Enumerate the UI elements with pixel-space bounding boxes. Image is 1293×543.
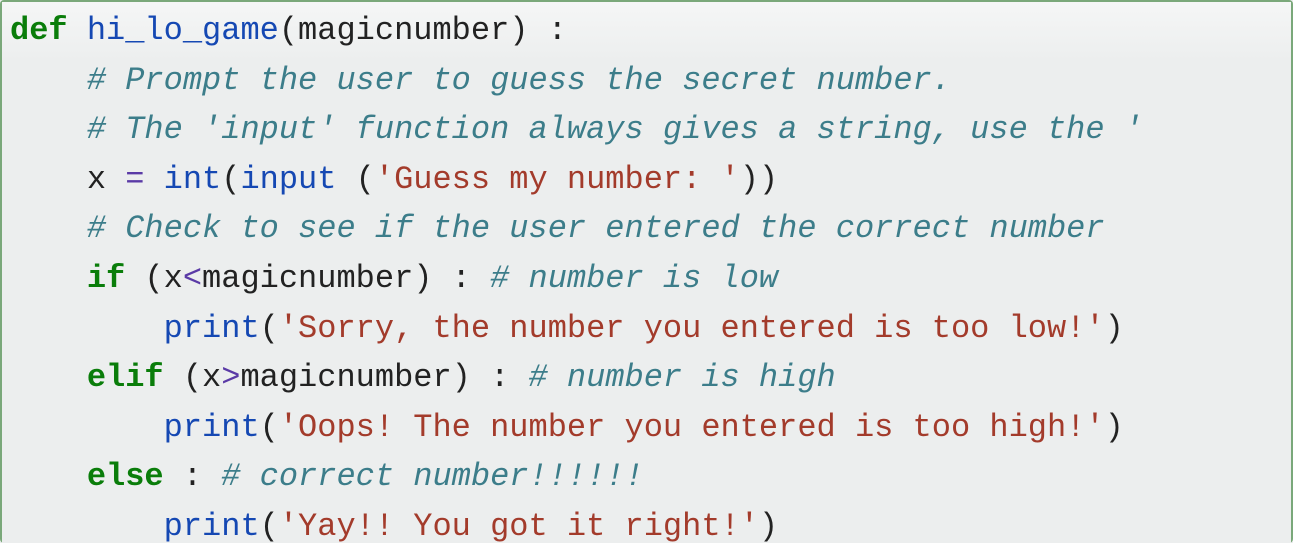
- indent: [10, 210, 87, 247]
- builtin-print: print: [164, 310, 260, 347]
- code-line-1: def hi_lo_game(magicnumber) :: [10, 12, 567, 49]
- builtin-print: print: [164, 508, 260, 543]
- paren: ): [759, 508, 778, 543]
- comment: # number is high: [528, 359, 835, 396]
- colon: :: [432, 260, 470, 297]
- comment: # correct number!!!!!!: [221, 458, 643, 495]
- paren: ): [413, 260, 432, 297]
- space: [164, 359, 183, 396]
- code-line-6: if (x<magicnumber) : # number is low: [10, 260, 778, 297]
- string: 'Oops! The number you entered is too hig…: [279, 409, 1105, 446]
- code-line-10: else : # correct number!!!!!!: [10, 458, 644, 495]
- comment: # number is low: [490, 260, 778, 297]
- indent: [10, 508, 164, 543]
- comment: # Prompt the user to guess the secret nu…: [87, 62, 951, 99]
- paren: (: [183, 359, 202, 396]
- paren: (: [356, 161, 375, 198]
- variable: x: [87, 161, 106, 198]
- indent: [10, 409, 164, 446]
- keyword-elif: elif: [87, 359, 164, 396]
- paren: (: [260, 508, 279, 543]
- paren: (: [144, 260, 163, 297]
- paren: ): [1105, 310, 1124, 347]
- indent: [10, 310, 164, 347]
- code-line-7: print('Sorry, the number you entered is …: [10, 310, 1124, 347]
- space: [144, 161, 163, 198]
- paren: (: [279, 12, 298, 49]
- paren: ): [452, 359, 471, 396]
- builtin-int: int: [164, 161, 222, 198]
- code-line-2: # Prompt the user to guess the secret nu…: [10, 62, 951, 99]
- keyword-if: if: [87, 260, 125, 297]
- indent: [10, 458, 87, 495]
- variable: x: [164, 260, 183, 297]
- space: [125, 260, 144, 297]
- string: 'Yay!! You got it right!': [279, 508, 759, 543]
- paren: (: [260, 409, 279, 446]
- paren: )): [740, 161, 778, 198]
- space: [202, 458, 221, 495]
- code-line-8: elif (x>magicnumber) : # number is high: [10, 359, 836, 396]
- param: magicnumber: [298, 12, 509, 49]
- keyword-def: def: [10, 12, 68, 49]
- indent: [10, 260, 87, 297]
- operator-lt: <: [183, 260, 202, 297]
- indent: [10, 111, 87, 148]
- code-line-3: # The 'input' function always gives a st…: [10, 111, 1143, 148]
- identifier: magicnumber: [240, 359, 451, 396]
- indent: [10, 161, 87, 198]
- paren: ): [509, 12, 528, 49]
- operator-eq: =: [125, 161, 144, 198]
- space: [106, 161, 125, 198]
- indent: [10, 62, 87, 99]
- colon: :: [528, 12, 566, 49]
- space: [509, 359, 528, 396]
- string: 'Guess my number: ': [375, 161, 740, 198]
- colon: :: [471, 359, 509, 396]
- operator-gt: >: [221, 359, 240, 396]
- code-line-9: print('Oops! The number you entered is t…: [10, 409, 1124, 446]
- variable: x: [202, 359, 221, 396]
- paren: (: [260, 310, 279, 347]
- space: [336, 161, 355, 198]
- paren: (: [221, 161, 240, 198]
- identifier: magicnumber: [202, 260, 413, 297]
- string: 'Sorry, the number you entered is too lo…: [279, 310, 1105, 347]
- colon: :: [164, 458, 202, 495]
- code-block[interactable]: def hi_lo_game(magicnumber) : # Prompt t…: [2, 2, 1291, 543]
- indent: [10, 359, 87, 396]
- code-line-11: print('Yay!! You got it right!'): [10, 508, 778, 543]
- comment: # The 'input' function always gives a st…: [87, 111, 1143, 148]
- comment: # Check to see if the user entered the c…: [87, 210, 1105, 247]
- code-line-5: # Check to see if the user entered the c…: [10, 210, 1105, 247]
- space: [471, 260, 490, 297]
- builtin-print: print: [164, 409, 260, 446]
- function-name: hi_lo_game: [87, 12, 279, 49]
- builtin-input: input: [240, 161, 336, 198]
- code-line-4: x = int(input ('Guess my number: ')): [10, 161, 778, 198]
- paren: ): [1105, 409, 1124, 446]
- keyword-else: else: [87, 458, 164, 495]
